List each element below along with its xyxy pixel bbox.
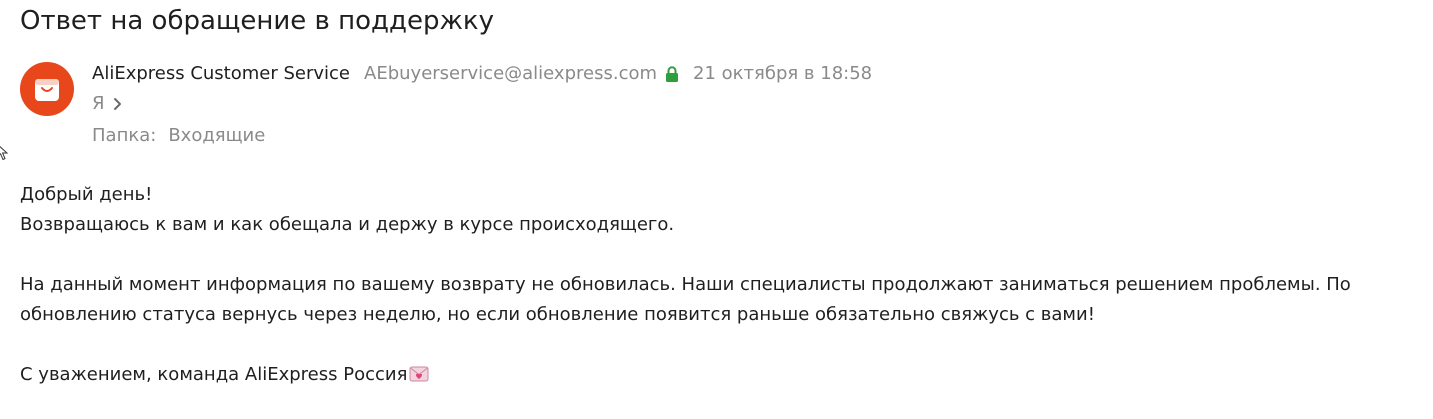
body-line: Возвращаюсь к вам и как обещала и держу … xyxy=(20,214,675,235)
sender-name[interactable]: AliExpress Customer Service xyxy=(92,62,350,86)
folder-link[interactable]: Входящие xyxy=(168,124,265,148)
signature: С уважением, команда AliExpress Россия xyxy=(20,360,1425,392)
sender-row: AliExpress Customer Service AEbuyerservi… xyxy=(92,62,872,86)
sender-email[interactable]: AEbuyerservice@aliexpress.com xyxy=(364,62,657,86)
aliexpress-bag-icon xyxy=(35,79,59,101)
chevron-right-icon[interactable] xyxy=(113,97,123,111)
signature-text: С уважением, команда AliExpress Россия xyxy=(20,364,408,385)
sender-avatar[interactable] xyxy=(20,62,74,116)
lock-icon xyxy=(665,66,679,82)
mouse-cursor-icon xyxy=(0,143,9,165)
email-date: 21 октября в 18:58 xyxy=(693,63,873,84)
heart-letter-icon xyxy=(409,362,429,392)
recipient[interactable]: Я xyxy=(92,92,105,116)
recipient-row[interactable]: Я xyxy=(92,92,123,116)
folder-label: Папка: xyxy=(92,125,157,146)
email-body: Добрый день! Возвращаюсь к вам и как обе… xyxy=(20,180,1425,392)
email-subject: Ответ на обращение в поддержку xyxy=(20,6,495,36)
body-paragraph: На данный момент информация по вашему во… xyxy=(20,274,1351,325)
folder-row: Папка: Входящие xyxy=(92,124,265,148)
greeting: Добрый день! xyxy=(20,184,153,205)
